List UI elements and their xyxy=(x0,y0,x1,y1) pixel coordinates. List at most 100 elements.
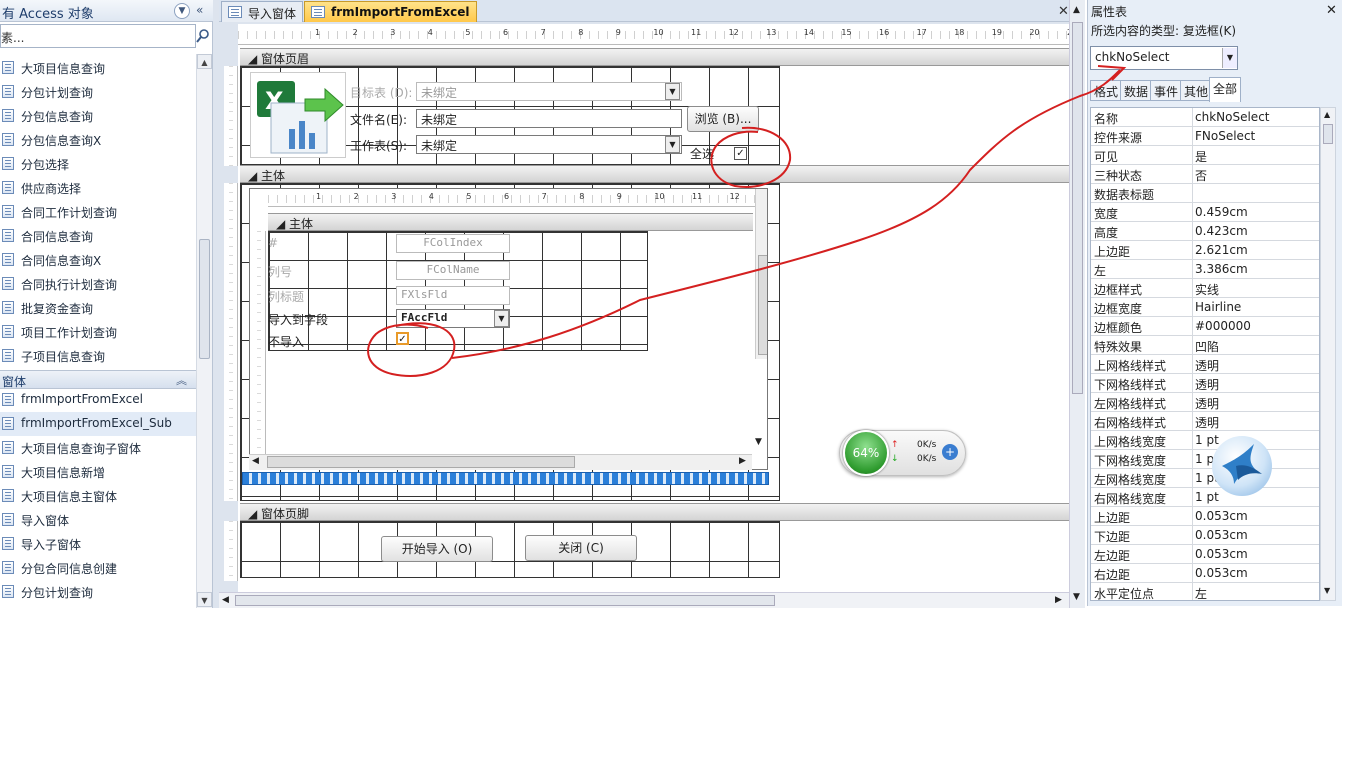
document-hscroll[interactable]: ◀ ▶ xyxy=(219,592,1069,608)
property-row[interactable]: 下边距 0.053cm xyxy=(1091,526,1319,545)
nav-item[interactable]: 分包信息查询X xyxy=(0,128,196,152)
tab-frmimportfromexcel[interactable]: frmImportFromExcel xyxy=(304,1,477,22)
scroll-right-icon[interactable]: ▶ xyxy=(739,456,746,466)
property-value[interactable]: 0.053cm xyxy=(1195,547,1248,561)
nav-scroll-thumb[interactable] xyxy=(199,239,210,359)
tab-event[interactable]: 事件 xyxy=(1150,80,1183,101)
nav-item[interactable]: 分包信息查询 xyxy=(0,104,196,128)
property-row[interactable]: 上边距 2.621cm xyxy=(1091,241,1319,260)
property-value[interactable]: 左 xyxy=(1195,585,1207,600)
browse-button[interactable]: 浏览 (B)... xyxy=(687,106,759,132)
chevron-down-icon[interactable]: ▼ xyxy=(665,83,680,100)
nav-item[interactable]: 大项目信息主窗体 xyxy=(0,484,196,508)
nav-item[interactable]: 供应商选择 xyxy=(0,176,196,200)
scroll-left-icon[interactable]: ◀ xyxy=(222,595,229,605)
nav-item[interactable]: 导入窗体 xyxy=(0,508,196,532)
property-row[interactable]: 名称 chkNoSelect xyxy=(1091,108,1319,127)
property-row[interactable]: 左网格线样式 透明 xyxy=(1091,393,1319,412)
collapse-icon[interactable]: ︽ xyxy=(176,372,187,388)
property-value[interactable]: 透明 xyxy=(1195,395,1219,412)
chevron-down-icon[interactable]: ▼ xyxy=(174,3,190,19)
property-value[interactable]: 透明 xyxy=(1195,414,1219,431)
property-value[interactable]: 0.053cm xyxy=(1195,509,1248,523)
property-value[interactable]: 实线 xyxy=(1195,281,1219,298)
nav-item[interactable]: 子项目信息查询 xyxy=(0,344,196,368)
property-value[interactable]: Hairline xyxy=(1195,300,1241,314)
property-row[interactable]: 上边距 0.053cm xyxy=(1091,507,1319,526)
scroll-down-icon[interactable]: ▼ xyxy=(1324,586,1330,595)
no-import-checkbox[interactable]: ✓ xyxy=(396,332,409,345)
search-icon[interactable] xyxy=(195,28,211,44)
tab-format[interactable]: 格式 xyxy=(1090,80,1123,101)
close-icon[interactable]: ✕ xyxy=(1058,4,1069,19)
nav-item[interactable]: 导入子窗体 xyxy=(0,532,196,556)
property-row[interactable]: 边框颜色 #000000 xyxy=(1091,317,1319,336)
nav-item[interactable]: frmImportFromExcel xyxy=(0,388,196,412)
property-row[interactable]: 右网格线样式 透明 xyxy=(1091,412,1319,431)
start-import-button[interactable]: 开始导入 (O) xyxy=(381,536,493,562)
tab-all[interactable]: 全部 xyxy=(1209,77,1242,102)
tab-import-form[interactable]: 导入窗体 xyxy=(221,1,304,22)
sub-field-box[interactable]: FXlsFld xyxy=(396,286,510,305)
nav-item[interactable]: 合同工作计划查询 xyxy=(0,200,196,224)
property-grid-scrollbar[interactable]: ▲ ▼ xyxy=(1320,107,1336,601)
property-value[interactable]: 0.423cm xyxy=(1195,224,1248,238)
file-name-textbox[interactable]: 未绑定 xyxy=(416,109,682,128)
subform-detail-bar[interactable]: ◢ 主体 xyxy=(268,213,753,231)
nav-item[interactable]: frmImportFromExcel_Sub xyxy=(0,412,196,436)
chevron-down-icon[interactable]: ▼ xyxy=(494,310,509,327)
property-value[interactable]: 否 xyxy=(1195,167,1207,184)
property-value[interactable]: chkNoSelect xyxy=(1195,110,1270,124)
bird-icon[interactable] xyxy=(1212,436,1272,496)
property-value[interactable]: 2.621cm xyxy=(1195,243,1248,257)
sub-field-combo[interactable]: FAccFld xyxy=(396,309,510,328)
property-value[interactable]: 0.053cm xyxy=(1195,528,1248,542)
subform-control[interactable]: 1 2 3 4 5 6 7 8 9 10 11 12 ◢ 主体 ▼ xyxy=(249,188,768,470)
property-row[interactable]: 上网格线宽度 1 pt xyxy=(1091,431,1319,450)
subform-hscroll[interactable]: ◀ ▶ xyxy=(249,454,752,470)
navigation-pane-title[interactable]: 有 Access 对象 xyxy=(2,3,94,22)
select-all-checkbox[interactable]: ✓ xyxy=(734,147,747,160)
property-row[interactable]: 特殊效果 凹陷 xyxy=(1091,336,1319,355)
property-row[interactable]: 下网格线样式 透明 xyxy=(1091,374,1319,393)
property-value[interactable]: FNoSelect xyxy=(1195,129,1255,143)
scroll-right-icon[interactable]: ▶ xyxy=(1055,595,1062,605)
close-icon[interactable]: ✕ xyxy=(1326,3,1337,18)
property-row[interactable]: 可见 是 xyxy=(1091,146,1319,165)
nav-item[interactable]: 项目工作计划查询 xyxy=(0,320,196,344)
scroll-up-icon[interactable]: ▲ xyxy=(1324,110,1330,119)
nav-item[interactable]: 合同信息查询X xyxy=(0,248,196,272)
nav-item[interactable]: 大项目信息新增 xyxy=(0,460,196,484)
property-row[interactable]: 数据表标题 xyxy=(1091,184,1319,203)
property-grid-scroll-thumb[interactable] xyxy=(1323,124,1333,144)
property-row[interactable]: 左 3.386cm xyxy=(1091,260,1319,279)
property-row[interactable]: 左网格线宽度 1 pt xyxy=(1091,469,1319,488)
document-vscroll-thumb[interactable] xyxy=(1072,22,1083,394)
nav-item[interactable]: 合同执行计划查询 xyxy=(0,272,196,296)
scroll-up-icon[interactable]: ▲ xyxy=(1073,5,1080,15)
document-vscroll[interactable]: ▲ ▼ xyxy=(1069,0,1085,608)
control-selector[interactable]: chkNoSelect xyxy=(1090,46,1238,70)
property-row[interactable]: 右边距 0.053cm xyxy=(1091,564,1319,583)
property-row[interactable]: 水平定位点 左 xyxy=(1091,583,1319,600)
worksheet-combo[interactable]: 未绑定 xyxy=(416,135,682,154)
form-footer-bar[interactable]: ◢ 窗体页脚 xyxy=(240,503,1069,521)
scroll-down-icon[interactable]: ▼ xyxy=(755,437,762,447)
property-value[interactable]: 0.459cm xyxy=(1195,205,1248,219)
scroll-down-icon[interactable]: ▼ xyxy=(197,592,212,607)
nav-item[interactable]: 分包计划查询 xyxy=(0,80,196,104)
tab-data[interactable]: 数据 xyxy=(1120,80,1153,101)
property-row[interactable]: 边框样式 实线 xyxy=(1091,279,1319,298)
property-value[interactable]: 透明 xyxy=(1195,357,1219,374)
nav-item[interactable]: 大项目信息查询子窗体 xyxy=(0,436,196,460)
subform-hscroll-thumb[interactable] xyxy=(267,456,575,468)
scroll-left-icon[interactable]: ◀ xyxy=(252,456,259,466)
chevron-down-icon[interactable]: ▼ xyxy=(665,136,680,153)
property-value[interactable]: 3.386cm xyxy=(1195,262,1248,276)
navigation-search-input[interactable]: 素... xyxy=(0,24,196,48)
nav-item[interactable]: 分包合同信息创建 xyxy=(0,556,196,580)
target-table-combo[interactable]: 未绑定 xyxy=(416,82,682,101)
scroll-down-icon[interactable]: ▼ xyxy=(1073,592,1080,602)
property-row[interactable]: 高度 0.423cm xyxy=(1091,222,1319,241)
property-value[interactable]: 0.053cm xyxy=(1195,566,1248,580)
